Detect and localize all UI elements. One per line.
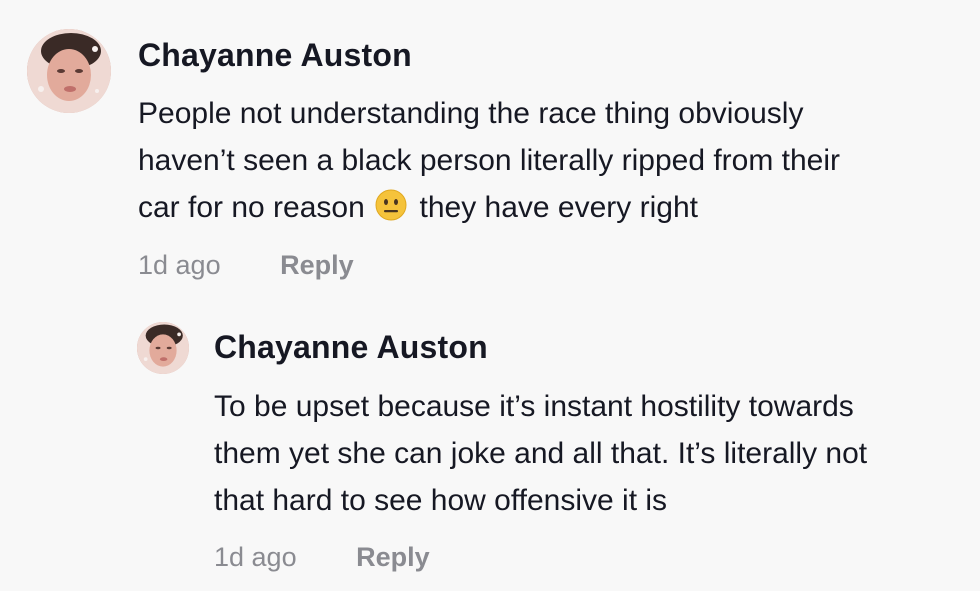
reply-text-line: that hard to see how offensive it is (214, 484, 668, 517)
reply-meta: 1d ago Reply (214, 542, 430, 573)
reply-text: To be upset because it’s instant hostili… (214, 383, 964, 524)
avatar-photo-icon (137, 322, 189, 374)
avatar[interactable] (27, 29, 111, 113)
reply-text-line: them yet she can joke and all that. It’s… (214, 437, 868, 470)
avatar-photo-icon (27, 29, 111, 113)
comment-text: People not understanding the race thing … (138, 90, 958, 231)
reply-timestamp: 1d ago (214, 542, 297, 572)
reply-text-line: To be upset because it’s instant hostili… (214, 390, 854, 423)
reply-button[interactable]: Reply (356, 542, 430, 573)
comment-text-line: People not understanding the race thing … (138, 97, 804, 130)
comment-username[interactable]: Chayanne Auston (138, 37, 412, 74)
reply-button[interactable]: Reply (280, 250, 354, 281)
comment-text-line: haven’t seen a black person literally ri… (138, 144, 841, 177)
comment-text-segment: car for no reason (138, 191, 365, 224)
comment-text-line: car for no reason they have every right (138, 184, 958, 231)
reply-username[interactable]: Chayanne Auston (214, 329, 488, 366)
neutral-face-emoji-icon (375, 188, 407, 221)
reply-avatar[interactable] (137, 322, 189, 374)
comment-text-segment: they have every right (419, 191, 698, 224)
comment-meta: 1d ago Reply (138, 250, 354, 281)
comment-timestamp: 1d ago (138, 250, 221, 280)
